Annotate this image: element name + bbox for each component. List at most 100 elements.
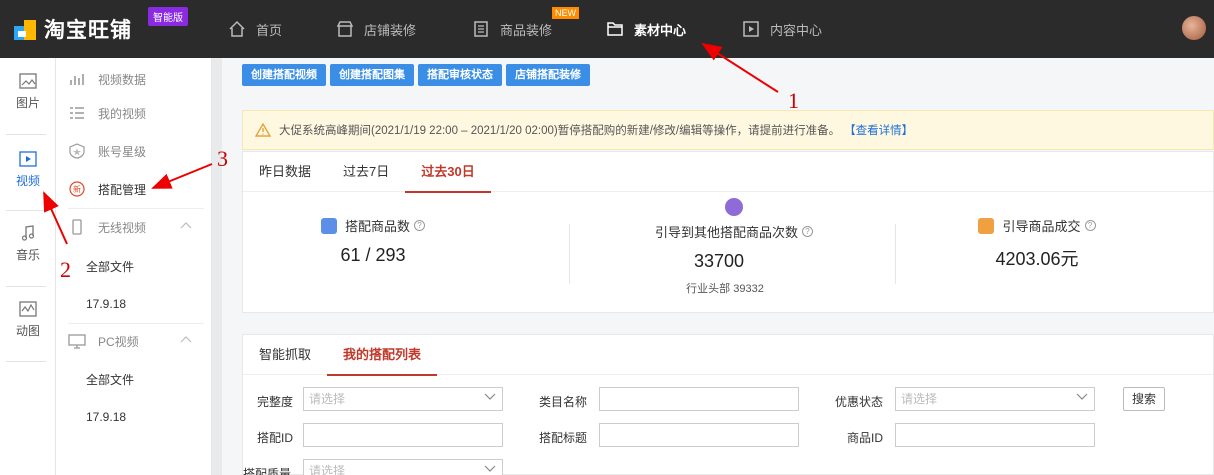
stat-value: 4203.06元 [995,249,1079,269]
divider [895,224,896,284]
stat-guided-visits: 引导到其他搭配商品次数 ? 33700 行业头部 39332 [639,198,829,296]
help-icon[interactable]: ? [1084,220,1096,231]
menu-item-my-videos[interactable]: 我的视频 [56,94,212,132]
folder-pc-all[interactable]: 全部文件 [56,360,212,398]
divider [6,286,46,287]
nav-content-center[interactable]: 内容中心 [742,0,822,58]
match-title-input[interactable] [599,423,799,447]
search-button[interactable]: 搜索 [1123,387,1166,411]
annotation-number-3: 3 [217,146,228,171]
notice-banner: 大促系统高峰期间(2021/1/19 22:00 – 2021/1/20 02:… [242,110,1214,150]
phone-icon [72,219,82,235]
shop-decor-button[interactable]: 店铺搭配装修 [506,64,590,86]
avatar[interactable] [1182,16,1206,40]
select-placeholder: 请选择 [309,464,346,475]
menu-item-label: PC视频 [98,334,139,349]
tab-my-matches[interactable]: 我的搭配列表 [327,335,438,376]
create-video-button[interactable]: 创建搭配视频 [242,64,326,86]
store-icon [336,21,354,37]
stat-value: 61 / 293 [340,245,406,265]
help-icon[interactable]: ? [414,220,425,231]
select-placeholder: 请选择 [309,392,346,406]
menu-item-label: 视频数据 [98,72,147,87]
music-icon [21,225,35,241]
image-icon [19,73,37,89]
nav-home[interactable]: 首页 [228,0,282,58]
item-id-input[interactable] [895,423,1095,447]
review-status-button[interactable]: 搭配审核状态 [418,64,502,86]
rail-item-gif-label: 动图 [15,324,40,338]
list-icon [70,107,84,119]
menu-item-pc[interactable]: PC视频 [56,322,212,360]
folder-wireless-1[interactable]: 17.9.18 [56,285,212,323]
match-id-input[interactable] [303,423,503,447]
divider [6,134,46,135]
create-album-button[interactable]: 创建搭配图集 [330,64,414,86]
folder-label: 17.9.18 [86,410,127,424]
filter-row: 搭配ID 搭配标题 商品ID [243,423,1214,451]
folder-wireless-all[interactable]: 全部文件 [56,247,212,285]
menu-item-label: 我的视频 [98,106,147,121]
chevron-up-icon[interactable] [180,335,192,343]
tab-7-days[interactable]: 过去7日 [327,152,405,192]
nav-material-center[interactable]: 素材中心 [606,0,686,58]
new-badge: NEW [552,7,579,19]
nav-material-center-label: 素材中心 [634,22,687,38]
chevron-down-icon [484,393,496,400]
quality-select[interactable]: 请选择 [303,459,503,475]
top-bar: 淘宝旺铺 智能版 首页 店铺装修 商品装修 NEW 素材中心 内容中心 [0,0,1214,58]
nav-store-decor-label: 店铺装修 [364,22,417,38]
chevron-up-icon[interactable] [180,221,192,229]
menu-item-account-level[interactable]: 账号星级 [56,132,212,170]
notice-details-link[interactable]: 【查看详情】 [844,122,913,138]
video-menu: 视频数据 我的视频 账号星级 新 搭配管理 无线视频 全部文件 17.9.18 … [56,58,212,475]
tab-smart-crawl[interactable]: 智能抓取 [243,335,327,375]
completeness-select[interactable]: 请选择 [303,387,503,411]
tab-yesterday[interactable]: 昨日数据 [243,152,327,192]
help-icon[interactable]: ? [802,226,813,237]
filter-label: 搭配标题 [539,431,588,445]
stat-label: 引导商品成交 [1002,219,1081,234]
new-badge-icon: 新 [69,181,85,197]
rail-item-music[interactable]: 音乐 [0,224,56,263]
filter-label: 完整度 [257,395,294,409]
annotation-number-2: 2 [60,257,71,282]
nav-content-center-label: 内容中心 [770,22,823,38]
logo[interactable]: 淘宝旺铺 [14,14,132,44]
document-icon [474,21,488,37]
category-input[interactable] [599,387,799,411]
stats-panel: 昨日数据 过去7日 过去30日 搭配商品数 ? 61 / 293 引导到其他搭配… [242,151,1214,313]
notice-text: 大促系统高峰期间(2021/1/19 22:00 – 2021/1/20 02:… [279,125,841,137]
bag-icon [320,217,337,234]
chevron-down-icon [1076,393,1088,400]
rail-item-gif[interactable]: 动图 [0,300,56,339]
stat-label: 引导到其他搭配商品次数 [654,225,798,240]
home-icon [229,20,245,37]
discount-select[interactable]: 请选择 [895,387,1095,411]
tab-30-days[interactable]: 过去30日 [405,152,492,193]
folder-pc-1[interactable]: 17.9.18 [56,398,212,436]
divider [569,224,570,284]
nav-product-decor[interactable]: 商品装修 [472,0,552,58]
stat-benchmark: 行业头部 39332 [686,283,764,295]
menu-item-label: 无线视频 [98,220,147,235]
menu-item-wireless[interactable]: 无线视频 [56,208,212,246]
main-content: 创建搭配视频 创建搭配图集 搭配审核状态 店铺搭配装修 大促系统高峰期间(202… [230,58,1214,475]
menu-item-match-mgmt[interactable]: 新 搭配管理 [56,170,212,208]
monitor-icon [68,334,86,349]
nav-store-decor[interactable]: 店铺装修 [336,0,416,58]
stat-label: 搭配商品数 [344,219,410,234]
menu-item-label: 账号星级 [98,144,147,159]
bar-chart-icon [70,74,84,85]
rail-item-image[interactable]: 图片 [0,72,56,111]
menu-item-video-data[interactable]: 视频数据 [56,60,212,98]
money-bag-icon [978,217,995,234]
star-shield-icon [69,143,85,159]
chevron-down-icon [484,465,496,472]
rail-item-video[interactable]: 视频 [0,150,56,189]
video-icon [19,151,37,167]
warning-icon [255,123,271,137]
filter-row: 完整度 请选择 类目名称 优惠状态 请选择 搜索 [243,387,1214,415]
scroll-gutter [212,58,222,475]
menu-item-label: 搭配管理 [98,182,147,197]
